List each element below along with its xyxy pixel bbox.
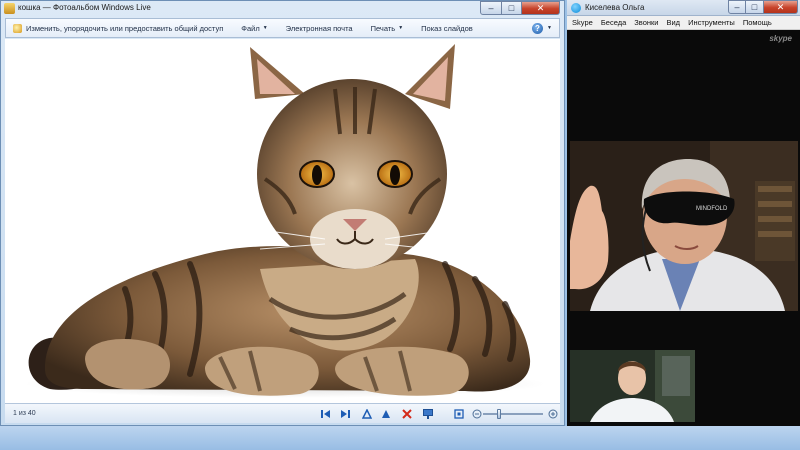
next-icon[interactable] (339, 408, 351, 420)
organize-icon (13, 23, 22, 33)
minimize-button[interactable]: – (728, 0, 746, 14)
photo-viewer-titlebar[interactable]: кошка — Фотоальбом Windows Live – □ ✕ (1, 1, 564, 17)
self-video-preview[interactable] (570, 350, 695, 422)
zoom-slider-track[interactable] (483, 413, 543, 415)
help-icon[interactable]: ? (532, 23, 543, 34)
photo-display (5, 39, 560, 403)
skype-logo-icon (571, 3, 581, 13)
zoom-out-icon[interactable] (471, 408, 483, 420)
mask-brand-label: MINDFOLD (696, 206, 728, 212)
file-menu[interactable]: Файл ▼ (241, 24, 267, 33)
photo-viewer-title: кошка — Фотоальбом Windows Live (18, 3, 151, 12)
skype-window: Киселева Ольга – □ ✕ Skype Беседа Звонки… (567, 0, 800, 426)
remote-video: MINDFOLD (570, 141, 798, 311)
chevron-down-icon: ▼ (398, 25, 404, 31)
photo-gallery-app-icon (4, 3, 15, 14)
menu-view[interactable]: Вид (666, 18, 680, 27)
zoom-slider-thumb[interactable] (497, 409, 501, 419)
delete-icon[interactable] (401, 408, 413, 420)
fit-to-window-icon[interactable] (453, 408, 465, 420)
command-bar: Изменить, упорядочить или предоставить о… (5, 18, 560, 38)
organize-label: Изменить, упорядочить или предоставить о… (26, 23, 224, 33)
slideshow-label: Показ слайдов (421, 23, 473, 33)
file-menu-label: Файл (241, 23, 260, 33)
photo-viewer-window: кошка — Фотоальбом Windows Live – □ ✕ Из… (0, 0, 565, 426)
maximize-button[interactable]: □ (746, 0, 764, 14)
close-button[interactable]: ✕ (764, 0, 798, 14)
rotate-left-icon[interactable] (361, 408, 373, 420)
photo-counter: 1 из 40 (13, 410, 36, 417)
menu-skype[interactable]: Skype (572, 18, 593, 27)
chevron-down-icon[interactable]: ▼ (547, 25, 552, 31)
skype-watermark: skype (769, 34, 792, 43)
menu-conversation[interactable]: Беседа (601, 18, 626, 27)
self-video-frame (570, 350, 695, 422)
skype-titlebar[interactable]: Киселева Ольга – □ ✕ (567, 0, 800, 16)
organize-command[interactable]: Изменить, упорядочить или предоставить о… (26, 24, 223, 33)
navigation-bar: 1 из 40 (5, 403, 560, 423)
print-menu[interactable]: Печать ▼ (371, 24, 404, 33)
menu-tools[interactable]: Инструменты (688, 18, 735, 27)
menu-help[interactable]: Помощь (743, 18, 772, 27)
email-label: Электронная почта (285, 23, 353, 33)
cat-photo (25, 44, 545, 398)
email-command[interactable]: Электронная почта (286, 24, 353, 33)
desktop-taskbar-edge (0, 426, 800, 450)
skype-contact-title: Киселева Ольга (585, 3, 645, 12)
menu-calls[interactable]: Звонки (634, 18, 658, 27)
rotate-right-icon[interactable] (380, 408, 392, 420)
remote-video-frame: MINDFOLD (570, 141, 798, 311)
previous-icon[interactable] (320, 408, 332, 420)
print-menu-label: Печать (370, 23, 396, 33)
skype-menubar: Skype Беседа Звонки Вид Инструменты Помо… (567, 16, 800, 30)
minimize-button[interactable]: – (480, 1, 502, 15)
zoom-in-icon[interactable] (547, 408, 559, 420)
close-button[interactable]: ✕ (522, 1, 560, 15)
slideshow-icon[interactable] (422, 408, 434, 420)
chevron-down-icon: ▼ (262, 25, 268, 31)
maximize-button[interactable]: □ (502, 1, 522, 15)
slideshow-command[interactable]: Показ слайдов (421, 24, 473, 33)
